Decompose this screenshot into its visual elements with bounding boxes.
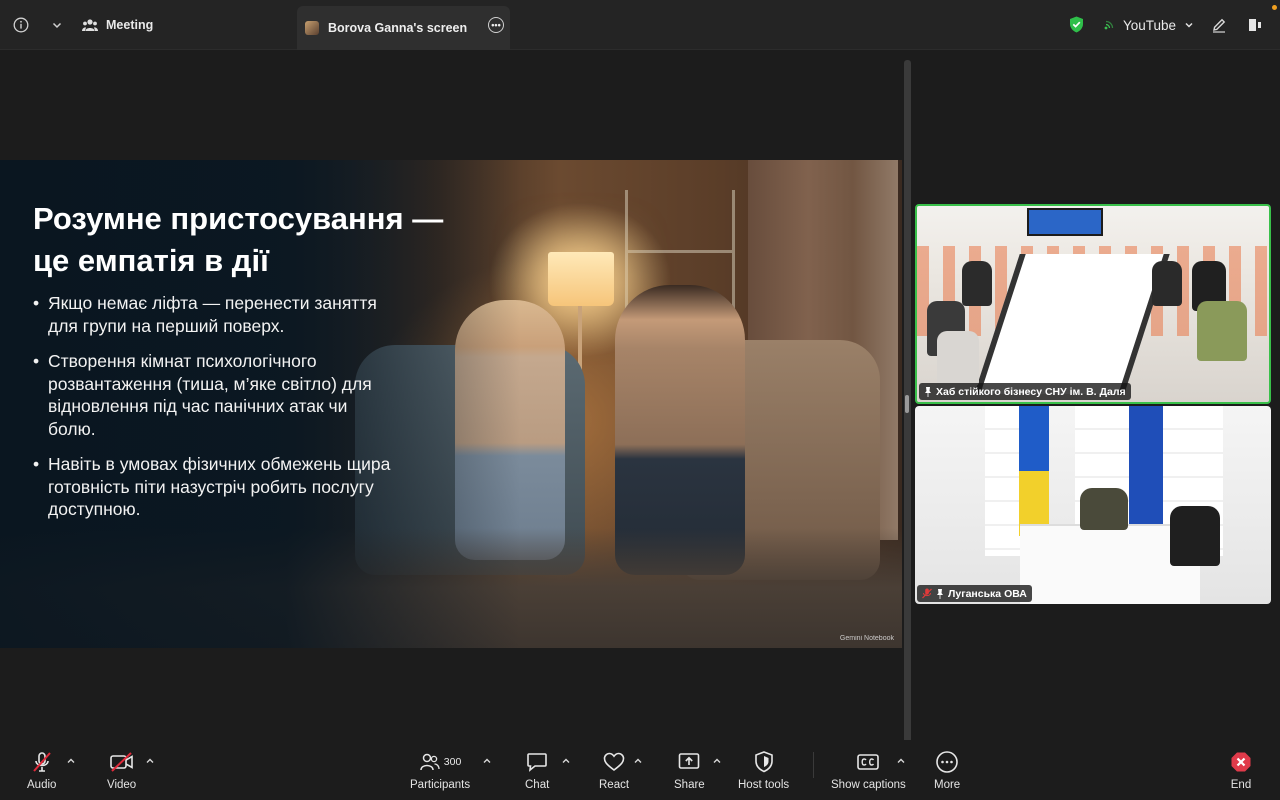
youtube-stream-button[interactable]: YouTube bbox=[1103, 13, 1194, 37]
heart-icon bbox=[603, 752, 625, 772]
toolbar-separator bbox=[813, 752, 814, 778]
more-dots-icon bbox=[936, 751, 958, 773]
show-captions-button[interactable]: Show captions bbox=[831, 750, 906, 791]
slide-bullet: Навіть в умовах фізичних обмежень щира г… bbox=[33, 453, 393, 521]
flag-blue bbox=[1129, 406, 1163, 526]
tab-meeting[interactable]: Meeting bbox=[82, 13, 153, 37]
captions-cc-icon bbox=[857, 754, 880, 770]
muted-mic-icon bbox=[922, 588, 932, 599]
participants-button[interactable]: 300 Participants bbox=[410, 750, 470, 791]
chevron-down-icon bbox=[1185, 22, 1193, 28]
participants-caret-icon[interactable] bbox=[482, 756, 492, 766]
tab-meeting-label: Meeting bbox=[106, 18, 154, 32]
tab-shared-screen-label: Borova Ganna's screen bbox=[328, 21, 468, 35]
bottom-toolbar bbox=[0, 740, 1280, 800]
participants-icon bbox=[420, 753, 440, 771]
live-signal-icon bbox=[1104, 20, 1114, 30]
shared-slide: Розумне пристосування — це емпатія в дії… bbox=[0, 160, 902, 648]
slide-title: Розумне пристосування — це емпатія в дії bbox=[33, 201, 444, 278]
chat-bubble-icon bbox=[527, 753, 547, 772]
top-bar: Meeting Borova Ganna's screen ••• YouTub… bbox=[0, 0, 1280, 50]
more-options-icon[interactable]: ••• bbox=[488, 17, 504, 33]
pin-icon bbox=[925, 386, 931, 397]
slide-bullet: Створення кімнат психологічного розванта… bbox=[33, 350, 393, 440]
host-shield-icon bbox=[754, 751, 773, 773]
share-button[interactable]: Share bbox=[674, 750, 705, 791]
notification-dot bbox=[1272, 5, 1277, 10]
share-screen-icon bbox=[679, 753, 700, 769]
security-shield-icon[interactable] bbox=[1069, 16, 1084, 38]
resize-handle[interactable] bbox=[905, 395, 909, 413]
info-icon[interactable] bbox=[9, 13, 33, 37]
pin-icon bbox=[937, 588, 943, 599]
participants-count: 300 bbox=[443, 756, 462, 768]
slide-watermark: Gemini Notebook bbox=[839, 635, 894, 642]
chat-caret-icon[interactable] bbox=[561, 756, 571, 766]
participant-name-tag: Хаб стійкого бізнесу СНУ ім. В. Даля bbox=[919, 383, 1131, 400]
room-tv-screen bbox=[1027, 208, 1103, 236]
chevron-down-icon[interactable] bbox=[45, 13, 69, 37]
slide-bullet: Якщо немає ліфта — перенести заняття для… bbox=[33, 292, 393, 337]
share-caret-icon[interactable] bbox=[712, 756, 722, 766]
annotate-pen-icon[interactable] bbox=[1207, 13, 1231, 37]
end-meeting-button[interactable]: End bbox=[1229, 750, 1253, 791]
meeting-people-icon bbox=[82, 19, 98, 31]
video-tile-active-speaker[interactable]: Хаб стійкого бізнесу СНУ ім. В. Даля bbox=[915, 204, 1271, 404]
slide-lamp bbox=[548, 252, 614, 306]
tab-shared-screen[interactable]: Borova Ganna's screen ••• bbox=[297, 6, 510, 50]
more-button[interactable]: More bbox=[934, 750, 960, 791]
participant-name-tag: Луганська ОВА bbox=[917, 585, 1032, 602]
audio-button[interactable]: Audio bbox=[27, 750, 56, 791]
video-button[interactable]: Video bbox=[107, 750, 136, 791]
video-options-caret-icon[interactable] bbox=[145, 756, 155, 766]
slide-bullet-list: Якщо немає ліфта — перенести заняття для… bbox=[33, 292, 393, 534]
chat-button[interactable]: Chat bbox=[525, 750, 549, 791]
end-call-icon bbox=[1231, 752, 1251, 772]
side-panel-icon[interactable] bbox=[1243, 13, 1267, 37]
mic-muted-icon bbox=[32, 752, 51, 772]
react-button[interactable]: React bbox=[599, 750, 629, 791]
screen-thumbnail-icon bbox=[305, 21, 319, 35]
host-tools-button[interactable]: Host tools bbox=[738, 750, 789, 791]
audio-options-caret-icon[interactable] bbox=[66, 756, 76, 766]
captions-caret-icon[interactable] bbox=[896, 756, 906, 766]
flag-ukraine bbox=[1019, 406, 1049, 536]
video-tile-participant[interactable]: Луганська ОВА bbox=[915, 406, 1271, 604]
react-caret-icon[interactable] bbox=[633, 756, 643, 766]
youtube-label: YouTube bbox=[1123, 17, 1177, 33]
camera-off-icon bbox=[109, 752, 133, 772]
